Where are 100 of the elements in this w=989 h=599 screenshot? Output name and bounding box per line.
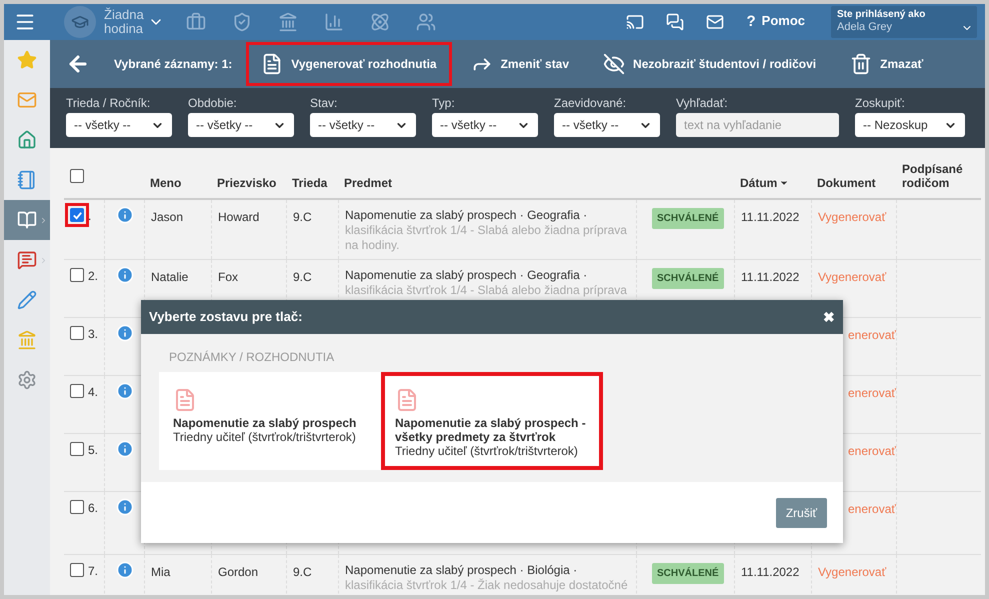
filter-dropdown[interactable]: -- všetky -- — [188, 113, 294, 137]
bank-icon — [17, 330, 37, 350]
info-icon[interactable] — [116, 498, 134, 516]
envelope-icon — [17, 90, 37, 110]
shield-check-icon[interactable] — [232, 12, 252, 32]
filter-label: Zaevidované: — [554, 96, 628, 110]
toolbar-button[interactable]: Vygenerovať rozhodnutia — [246, 42, 452, 86]
date: 11.11.2022 — [741, 270, 800, 284]
home-icon — [17, 130, 37, 150]
filter-label: Zoskupiť: — [855, 96, 906, 110]
chat-icon — [17, 250, 37, 270]
checkbox[interactable] — [70, 384, 84, 398]
user-caption: Ste prihlásený ako — [837, 8, 926, 21]
subject-text: Napomenutie za slabý prospech · Geografia · — [345, 208, 588, 223]
filter-dropdown[interactable]: -- všetky -- — [554, 113, 660, 137]
book-icon — [17, 210, 37, 230]
info-icon[interactable] — [116, 324, 134, 342]
pdf-file-icon — [173, 388, 197, 412]
checkbox[interactable] — [70, 563, 84, 577]
checkbox[interactable] — [70, 169, 84, 183]
subject-text: Napomenutie za slabý prospech · Geografia · — [345, 268, 588, 283]
date: 11.11.2022 — [741, 210, 800, 224]
date: 11.11.2022 — [741, 565, 800, 579]
filter-label: Obdobie: — [188, 96, 238, 110]
info-icon[interactable] — [116, 382, 134, 400]
row-number: . — [88, 209, 92, 223]
pencil-icon — [17, 290, 37, 310]
class-name: 9.C — [293, 270, 312, 284]
filter-dropdown[interactable]: -- všetky -- — [432, 113, 538, 137]
column-header[interactable]: Priezvisko — [217, 176, 286, 190]
selection-count: Vybrané záznamy: 1: — [114, 56, 232, 73]
subject-detail: klasifikácia štvrťrok 1/4 - Žiak nedosahuje dostatočné — [345, 578, 629, 593]
settings-icon — [17, 370, 37, 390]
graduation-cap-icon[interactable] — [64, 6, 96, 38]
row-number: 3. — [88, 327, 98, 341]
notebook-icon — [17, 170, 37, 190]
filter-dropdown[interactable]: -- všetky -- — [66, 113, 172, 137]
user-name: Adela Grey — [837, 21, 892, 34]
subject-detail: klasifikácia štvrťrok 1/4 - Slabá alebo žiadna príprava — [345, 283, 628, 298]
user-box[interactable]: Ste prihlásený ako Adela Grey — [831, 6, 977, 38]
row-number: 6. — [88, 501, 98, 515]
chat-icon[interactable] — [666, 13, 684, 31]
info-icon[interactable] — [116, 561, 134, 579]
info-icon[interactable] — [116, 206, 134, 224]
atom-icon[interactable] — [370, 12, 390, 32]
column-header[interactable]: Trieda — [292, 176, 338, 190]
pdf-file-icon — [395, 388, 419, 412]
first-name: Natalie — [151, 270, 188, 284]
envelope-icon[interactable] — [706, 13, 724, 31]
report-option[interactable]: Napomenutie za slabý prospech - všetky predmety za štvrťrok Triedny učiteľ (štvrťrok/trištvrterok) — [381, 372, 603, 470]
bar-chart-icon[interactable] — [324, 12, 344, 32]
table-row[interactable]: . Jason Howard 9.C Napomenutie za slabý prospech · Geografia · klasifikácia štvrťrok 1/4 - Slabá alebo žiadna príprava na hodiny. SCHVÁLENÉ 11.11.2022 Vygenerovať — [64, 200, 981, 260]
toolbar-button[interactable]: Zmeniť stav — [456, 42, 584, 86]
table-row[interactable]: 7. Mia Gordon 9.C Napomenutie za slabý prospech · Biológia · klasifikácia štvrťrok 1/4 - Žiak nedosahuje dostatočné SCHVÁLENÉ 11.11.2022 Vygenerovať — [64, 555, 981, 595]
subject-text: Napomenutie za slabý prospech · Biológia · — [345, 563, 578, 578]
report-option[interactable]: Napomenutie za slabý prospech Triedny učiteľ (štvrťrok/trištvrterok) — [159, 372, 381, 470]
filter-label: Stav: — [310, 96, 338, 110]
status-badge: SCHVÁLENÉ — [652, 208, 724, 229]
first-name: Mia — [151, 565, 170, 579]
last-name: Fox — [218, 270, 238, 284]
class-name: 9.C — [293, 565, 312, 579]
info-icon[interactable] — [116, 266, 134, 284]
star-icon — [17, 50, 37, 70]
subject-detail: klasifikácia štvrťrok 1/4 - Slabá alebo žiadna príprava na hodiny. — [345, 223, 628, 253]
people-icon[interactable] — [416, 12, 436, 32]
cancel-button[interactable]: Zrušiť — [776, 498, 827, 528]
toolbar-button[interactable]: Nezobraziť študentovi / rodičovi — [588, 42, 832, 86]
row-number: 4. — [88, 385, 98, 399]
bank-icon[interactable] — [278, 12, 298, 32]
eye-off-icon — [603, 53, 626, 75]
briefcase-icon[interactable] — [186, 12, 206, 32]
row-number: 5. — [88, 443, 98, 457]
checkbox[interactable] — [70, 326, 84, 340]
checkbox[interactable] — [70, 500, 84, 514]
column-header[interactable]: Dokument — [817, 176, 896, 190]
column-header[interactable]: Predmet — [344, 176, 636, 190]
first-name: Jason — [151, 210, 184, 224]
sidebar-item[interactable] — [4, 200, 50, 240]
filter-dropdown[interactable]: -- Nezoskup — [855, 113, 965, 137]
filter-label: Typ: — [432, 96, 456, 110]
status-badge: SCHVÁLENÉ — [652, 563, 724, 584]
cast-icon[interactable] — [626, 13, 644, 31]
last-name: Gordon — [218, 565, 258, 579]
toolbar-button[interactable]: Zmazať — [835, 42, 938, 86]
column-header[interactable]: Meno — [150, 176, 211, 190]
status-badge: SCHVÁLENÉ — [652, 268, 724, 289]
section-heading: POZNÁMKY / ROZHODNUTIA — [169, 349, 336, 366]
checkbox[interactable] — [70, 442, 84, 456]
checkbox[interactable] — [70, 268, 84, 282]
info-icon[interactable] — [116, 440, 134, 458]
checkbox[interactable] — [70, 208, 84, 222]
column-header[interactable]: Dátum — [740, 176, 790, 190]
trash-icon — [850, 53, 872, 75]
search-field[interactable]: text na vyhľadanie — [676, 113, 839, 137]
row-number: 2. — [88, 269, 98, 283]
class-name: 9.C — [293, 210, 312, 224]
help-button[interactable]: ? Pomoc — [746, 10, 805, 34]
column-header[interactable]: Podpísané rodičom — [902, 162, 976, 190]
filter-dropdown[interactable]: -- všetky -- — [310, 113, 416, 137]
filter-label: Trieda / Ročník: — [66, 96, 152, 110]
